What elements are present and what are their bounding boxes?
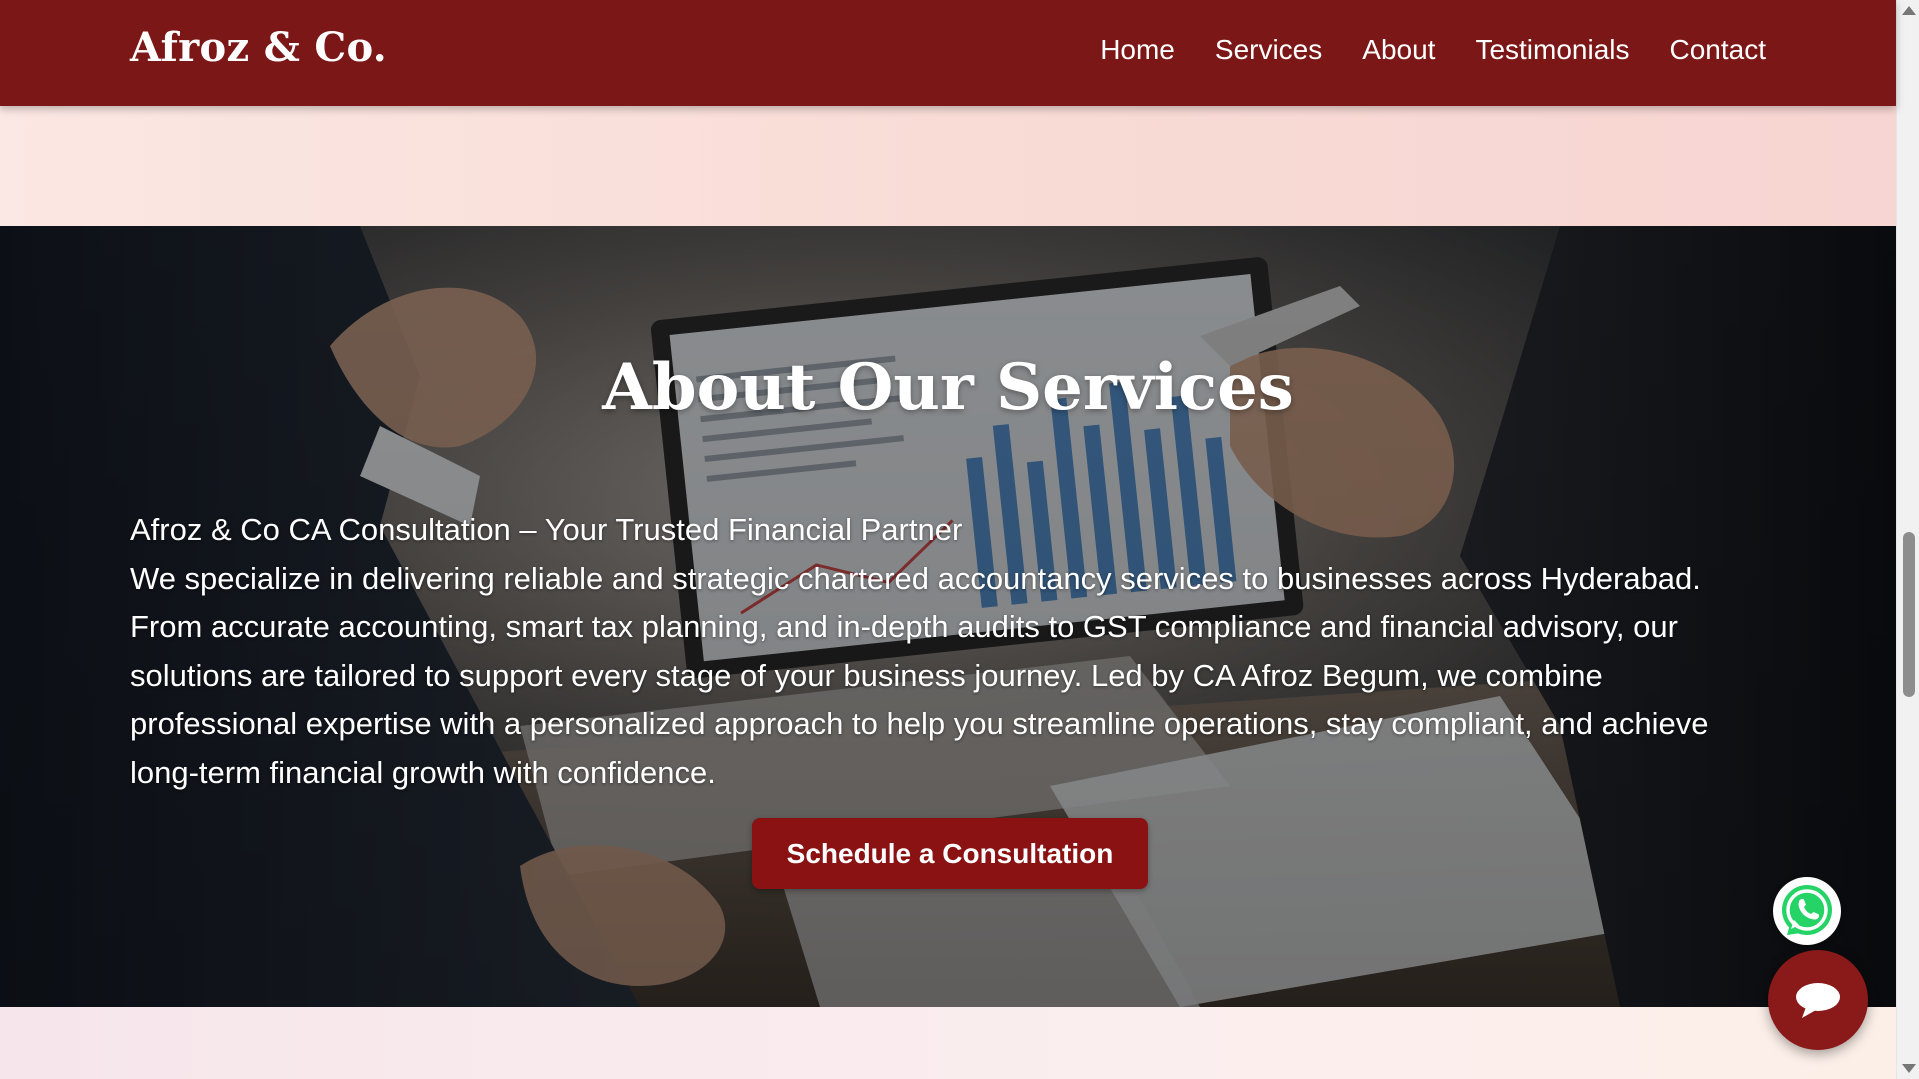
section-divider-band	[0, 106, 1896, 226]
nav-about[interactable]: About	[1362, 34, 1435, 66]
vertical-scrollbar[interactable]	[1896, 0, 1919, 1079]
main-nav: Home Services About Testimonials Contact	[1100, 34, 1766, 66]
whatsapp-icon	[1782, 885, 1832, 935]
section-title: About Our Services	[602, 350, 1294, 425]
nav-testimonials[interactable]: Testimonials	[1475, 34, 1629, 66]
hero-tagline: Afroz & Co CA Consultation – Your Truste…	[130, 512, 963, 547]
chat-bubble-icon	[1796, 983, 1840, 1018]
nav-home[interactable]: Home	[1100, 34, 1175, 66]
nav-services[interactable]: Services	[1215, 34, 1322, 66]
hero-description: Afroz & Co CA Consultation – Your Truste…	[130, 506, 1770, 797]
scroll-thumb[interactable]	[1903, 532, 1915, 697]
brand-logo[interactable]: Afroz & Co.	[130, 24, 387, 71]
whatsapp-button[interactable]	[1773, 877, 1841, 945]
scroll-up-arrow-icon[interactable]	[1902, 6, 1916, 15]
site-header: Afroz & Co. Home Services About Testimon…	[0, 0, 1896, 106]
chat-button[interactable]	[1768, 950, 1868, 1050]
schedule-consultation-button[interactable]: Schedule a Consultation	[752, 818, 1148, 889]
scroll-down-arrow-icon[interactable]	[1902, 1064, 1916, 1073]
nav-contact[interactable]: Contact	[1670, 34, 1767, 66]
about-services-hero: About Our Services Afroz & Co CA Consult…	[0, 226, 1896, 1007]
next-section-band	[0, 1007, 1896, 1079]
hero-body-text: We specialize in delivering reliable and…	[130, 560, 1709, 790]
